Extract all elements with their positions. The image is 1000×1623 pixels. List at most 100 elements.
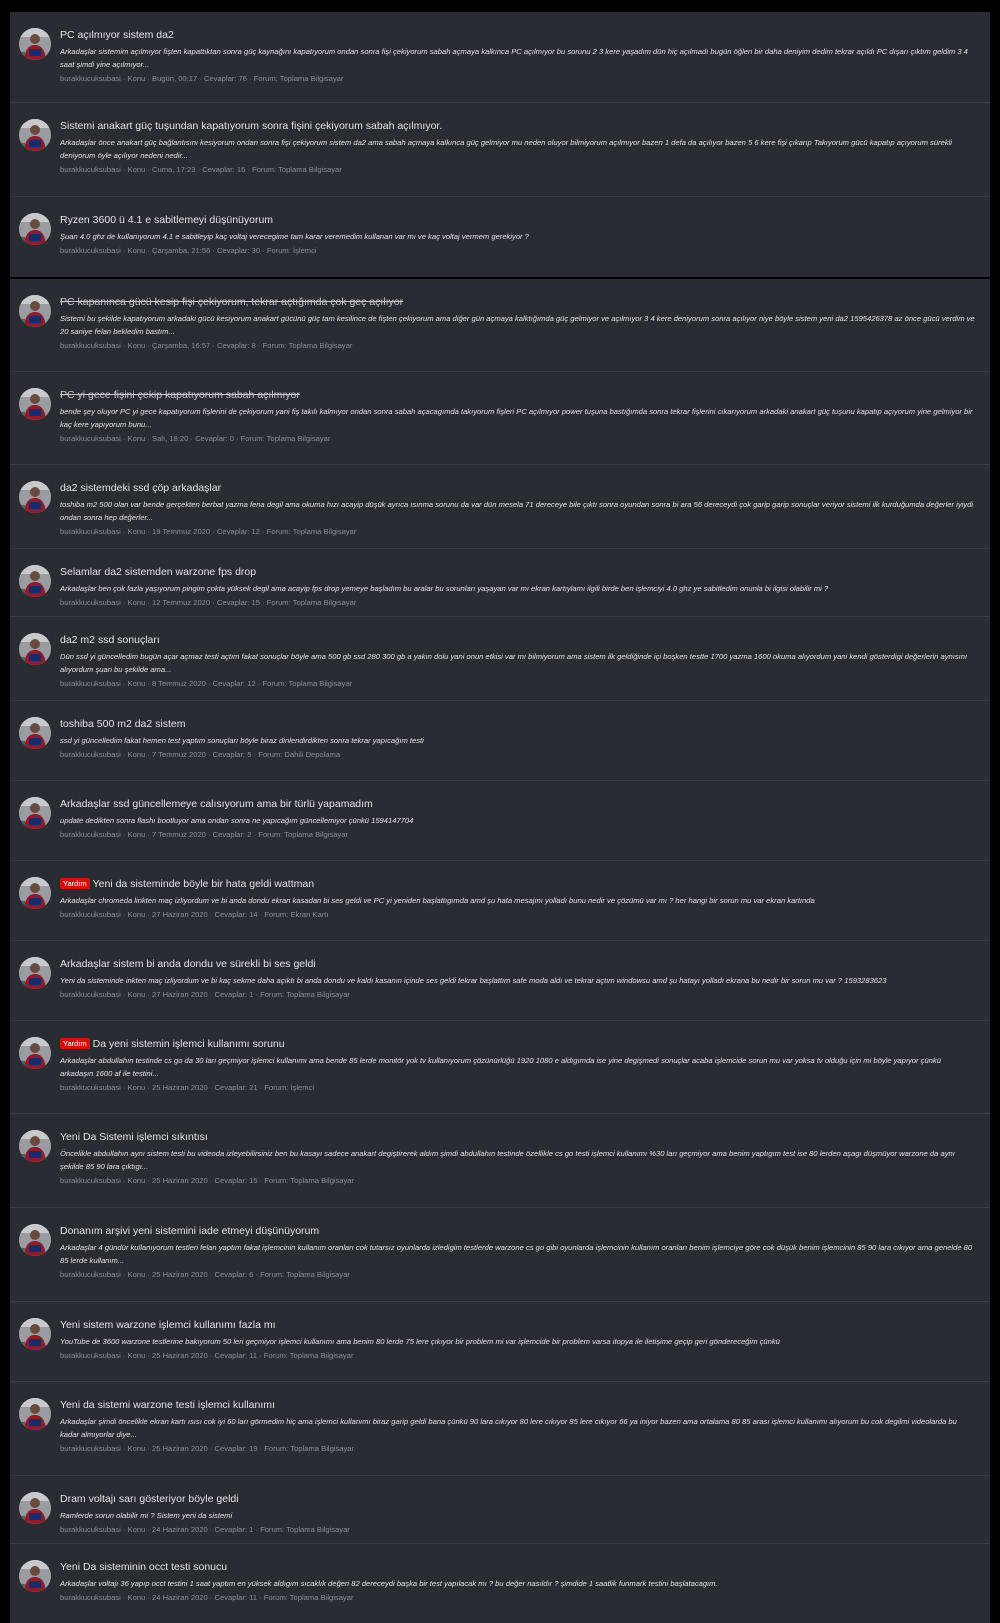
- thread-snippet: Arkadaşlar önce anakart güç bağlantısını…: [60, 138, 952, 160]
- thread-title[interactable]: Arkadaşlar sistem bi anda dondu ve sürek…: [60, 958, 976, 971]
- thread-snippet: Dün ssd yi güncelledim bugün açar açmaz …: [60, 652, 968, 674]
- thread-snippet: Şuan 4.0 ghz de kullanıyorum 4.1 e sabit…: [60, 232, 529, 241]
- thread-item: Yeni sistem warzone işlemci kullanımı fa…: [10, 1301, 990, 1381]
- thread-meta: burakkucuksubasi · Konu · 7 Temmuz 2020 …: [60, 750, 341, 759]
- avatar[interactable]: [19, 213, 51, 245]
- avatar[interactable]: [19, 1037, 51, 1069]
- thread-snippet: Yeni da sisteminde inkten maç izliyordum…: [60, 976, 887, 985]
- avatar[interactable]: [19, 797, 51, 829]
- thread-item: Yardım Da yeni sistemin işlemci kullanımı…: [10, 1020, 990, 1113]
- avatar[interactable]: [19, 1398, 51, 1430]
- thread-title[interactable]: Da yeni sistemin işlemci kullanımı sorun…: [93, 1038, 285, 1050]
- thread-item: da2 m2 ssd sonuçları Dün ssd yi güncelle…: [10, 616, 990, 700]
- thread-meta: burakkucuksubasi · Konu · Cuma, 17:23 · …: [60, 165, 342, 174]
- thread-title-line: Yardım Da yeni sistemin işlemci kullanımı…: [60, 1038, 976, 1051]
- avatar[interactable]: [19, 565, 51, 597]
- thread-snippet: toshiba m2 500 olan var bende gerçekten …: [60, 500, 974, 522]
- help-tag[interactable]: Yardım: [60, 1038, 90, 1049]
- thread-item: Ryzen 3600 ü 4.1 e sabitlemeyi düşünüyor…: [10, 196, 990, 277]
- thread-item: Donanım arşivi yeni sistemini iade etmey…: [10, 1207, 990, 1301]
- avatar[interactable]: [19, 717, 51, 749]
- thread-snippet: Arkadaşlar sistemim açılmıyor fişten kap…: [60, 47, 968, 69]
- thread-item: Yeni Da sisteminin occt testi sonucu Ark…: [10, 1543, 990, 1623]
- thread-meta: burakkucuksubasi · Konu · 24 Haziran 202…: [60, 1593, 354, 1602]
- thread-meta: burakkucuksubasi · Konu · Çarşamba, 16:5…: [60, 341, 353, 350]
- thread-title[interactable]: Dram voltajı sarı gösteriyor böyle geldi: [60, 1493, 976, 1506]
- thread-item: Arkadaşlar sistem bi anda dondu ve sürek…: [10, 940, 990, 1020]
- thread-title[interactable]: Yeni Da sisteminin occt testi sonucu: [60, 1561, 976, 1574]
- avatar[interactable]: [19, 28, 51, 60]
- thread-meta: burakkucuksubasi · Konu · 27 Haziran 202…: [60, 990, 350, 999]
- thread-meta: burakkucuksubasi · Konu · 8 Temmuz 2020 …: [60, 679, 353, 688]
- thread-title[interactable]: Yeni sistem warzone işlemci kullanımı fa…: [60, 1319, 976, 1332]
- thread-meta: burakkucuksubasi · Konu · 25 Haziran 202…: [60, 1351, 354, 1360]
- avatar[interactable]: [19, 633, 51, 665]
- thread-title[interactable]: da2 m2 ssd sonuçları: [60, 634, 976, 647]
- thread-title[interactable]: toshiba 500 m2 da2 sistem: [60, 718, 976, 731]
- thread-snippet: Arkadaşlar abdullahın testinde cs go da …: [60, 1056, 941, 1078]
- avatar[interactable]: [19, 119, 51, 151]
- thread-item: PC açılmıyor sistem da2 Arkadaşlar siste…: [10, 12, 990, 102]
- thread-item: Yardım Yeni da sisteminde böyle bir hata …: [10, 860, 990, 940]
- thread-snippet: ssd yi güncelledim fakat hemen test yapt…: [60, 736, 424, 745]
- thread-meta: burakkucuksubasi · Konu · 19 Temmuz 2020…: [60, 527, 357, 536]
- thread-meta: burakkucuksubasi · Konu · 25 Haziran 202…: [60, 1083, 315, 1092]
- thread-snippet: Ramlerde sorun olabilir mi ? Sistem yeni…: [60, 1511, 233, 1520]
- thread-meta: burakkucuksubasi · Konu · 12 Temmuz 2020…: [60, 598, 357, 607]
- thread-title[interactable]: PC açılmıyor sistem da2: [60, 29, 976, 42]
- thread-snippet: Sistemi bu şekilde kapatıyorum arkadaki …: [60, 314, 975, 336]
- avatar[interactable]: [19, 388, 51, 420]
- thread-meta: burakkucuksubasi · Konu · 24 Haziran 202…: [60, 1525, 350, 1534]
- thread-item: PC yi gece fişini çekip kapatıyorum saba…: [10, 371, 990, 464]
- thread-meta: burakkucuksubasi · Konu · 25 Haziran 202…: [60, 1176, 355, 1185]
- thread-snippet: YouTube de 3600 warzone testlerine bakıy…: [60, 1337, 780, 1346]
- thread-item: Arkadaşlar ssd güncellemeye calısıyorum …: [10, 780, 990, 860]
- thread-snippet: bende şey oluyor PC yi gece kapatıyorum …: [60, 407, 973, 429]
- thread-title[interactable]: Donanım arşivi yeni sistemini iade etmey…: [60, 1225, 976, 1238]
- avatar[interactable]: [19, 1318, 51, 1350]
- thread-item: Yeni da sistemi warzone testi işlemci ku…: [10, 1381, 990, 1475]
- thread-title[interactable]: PC yi gece fişini çekip kapatıyorum saba…: [60, 389, 976, 402]
- thread-snippet: Arkadaşlar şimdi öncelikle ekran kartı ı…: [60, 1417, 957, 1439]
- avatar[interactable]: [19, 295, 51, 327]
- thread-meta: burakkucuksubasi · Konu · 27 Haziran 202…: [60, 910, 329, 919]
- thread-title[interactable]: Sistemi anakart güç tuşundan kapatıyorum…: [60, 120, 976, 133]
- thread-meta: burakkucuksubasi · Konu · Çarşamba, 21:5…: [60, 246, 317, 255]
- thread-item: Yeni Da Sistemi işlemci sıkıntısı Önceli…: [10, 1113, 990, 1207]
- thread-snippet: Arkadaşlar chromeda linkten maç izliyord…: [60, 896, 815, 905]
- avatar[interactable]: [19, 1560, 51, 1592]
- thread-title[interactable]: Selamlar da2 sistemden warzone fps drop: [60, 566, 976, 579]
- thread-title[interactable]: Ryzen 3600 ü 4.1 e sabitlemeyi düşünüyor…: [60, 214, 976, 227]
- thread-title[interactable]: PC kapanınca gücü kesip fişi çekiyorum, …: [60, 296, 976, 309]
- thread-meta: burakkucuksubasi · Konu · 7 Temmuz 2020 …: [60, 830, 348, 839]
- avatar[interactable]: [19, 877, 51, 909]
- thread-snippet: update dedikten sonra flashı bootluyor a…: [60, 816, 414, 825]
- avatar[interactable]: [19, 481, 51, 513]
- thread-snippet: Arkadaşlar voltajı 36 yapıp occt testini…: [60, 1579, 718, 1588]
- thread-meta: burakkucuksubasi · Konu · Bugün, 00:17 ·…: [60, 74, 344, 83]
- thread-title[interactable]: Yeni da sisteminde böyle bir hata geldi …: [93, 878, 314, 890]
- thread-item: PC kapanınca gücü kesip fişi çekiyorum, …: [10, 277, 990, 371]
- thread-meta: burakkucuksubasi · Konu · 25 Haziran 202…: [60, 1270, 350, 1279]
- thread-item: da2 sistemdeki ssd çöp arkadaşlar toshib…: [10, 464, 990, 548]
- thread-title[interactable]: da2 sistemdeki ssd çöp arkadaşlar: [60, 482, 976, 495]
- thread-item: toshiba 500 m2 da2 sistem ssd yi güncell…: [10, 700, 990, 780]
- thread-snippet: Arkadaşlar ben çok fazla yaşıyorum pingi…: [60, 584, 829, 593]
- thread-title-line: Yardım Yeni da sisteminde böyle bir hata …: [60, 878, 976, 891]
- thread-title[interactable]: Yeni Da Sistemi işlemci sıkıntısı: [60, 1131, 976, 1144]
- thread-snippet: Öncelikle abdullahın aynı sistem testi b…: [60, 1149, 955, 1171]
- thread-snippet: Arkadaşlar 4 gündür kullanıyorum testler…: [60, 1243, 973, 1265]
- avatar[interactable]: [19, 1492, 51, 1524]
- thread-title[interactable]: Yeni da sistemi warzone testi işlemci ku…: [60, 1399, 976, 1412]
- thread-item: Dram voltajı sarı gösteriyor böyle geldi…: [10, 1475, 990, 1543]
- help-tag[interactable]: Yardım: [60, 878, 90, 889]
- avatar[interactable]: [19, 957, 51, 989]
- thread-meta: burakkucuksubasi · Konu · Salı, 18:20 · …: [60, 434, 331, 443]
- thread-item: Sistemi anakart güç tuşundan kapatıyorum…: [10, 102, 990, 196]
- thread-item: Selamlar da2 sistemden warzone fps drop …: [10, 548, 990, 616]
- avatar[interactable]: [19, 1130, 51, 1162]
- thread-title[interactable]: Arkadaşlar ssd güncellemeye calısıyorum …: [60, 798, 976, 811]
- thread-meta: burakkucuksubasi · Konu · 25 Haziran 202…: [60, 1444, 355, 1453]
- thread-list: PC açılmıyor sistem da2 Arkadaşlar siste…: [10, 12, 990, 1623]
- avatar[interactable]: [19, 1224, 51, 1256]
